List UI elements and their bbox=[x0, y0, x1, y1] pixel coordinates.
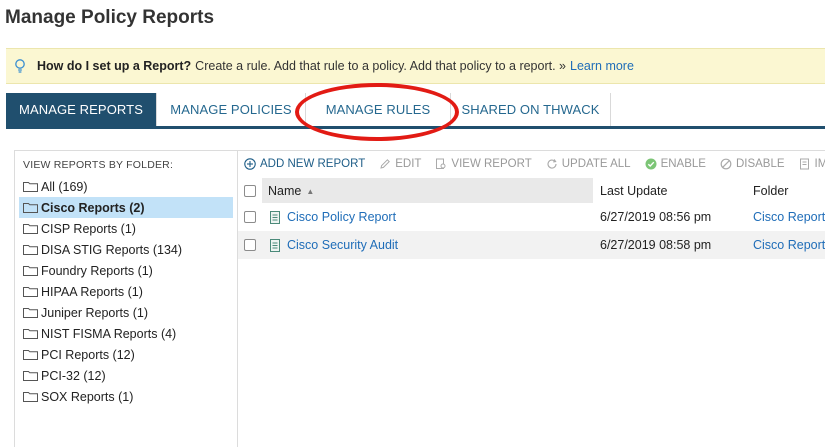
tab-manage-policies[interactable]: MANAGE POLICIES bbox=[157, 93, 306, 126]
folder-item-disa-stig-reports[interactable]: DISA STIG Reports (134) bbox=[19, 239, 233, 260]
tab-bar: MANAGE REPORTS MANAGE POLICIES MANAGE RU… bbox=[6, 93, 825, 129]
table-row: Cisco Security Audit 6/27/2019 08:58 pm … bbox=[238, 231, 825, 259]
plus-circle-icon bbox=[244, 158, 256, 170]
column-name-label: Name bbox=[268, 184, 302, 198]
update-all-label: UPDATE ALL bbox=[561, 158, 631, 170]
row-checkbox[interactable] bbox=[244, 211, 256, 223]
folder-link[interactable]: Cisco Reports bbox=[745, 210, 825, 224]
folder-item-pci-reports[interactable]: PCI Reports (12) bbox=[19, 344, 233, 365]
folder-label: DISA STIG Reports (134) bbox=[41, 242, 183, 257]
folder-pane: VIEW REPORTS BY FOLDER: All (169) Cisco … bbox=[14, 150, 238, 447]
add-new-report-label: ADD NEW REPORT bbox=[260, 158, 366, 170]
folder-item-hipaa-reports[interactable]: HIPAA Reports (1) bbox=[19, 281, 233, 302]
report-icon bbox=[270, 238, 280, 252]
report-toolbar: ADD NEW REPORT EDIT VIEW REPORT UPDATE A… bbox=[244, 153, 825, 175]
folder-icon bbox=[23, 223, 38, 234]
enable-button[interactable]: ENABLE bbox=[645, 158, 706, 170]
report-name-link[interactable]: Cisco Policy Report bbox=[287, 210, 396, 224]
row-checkbox-cell bbox=[238, 239, 262, 251]
folder-label: Foundry Reports (1) bbox=[41, 263, 153, 278]
folder-label: Cisco Reports (2) bbox=[41, 200, 145, 215]
table-row: Cisco Policy Report 6/27/2019 08:56 pm C… bbox=[238, 203, 825, 231]
folder-icon bbox=[23, 181, 38, 192]
pencil-icon bbox=[380, 159, 391, 169]
folder-item-all[interactable]: All (169) bbox=[19, 176, 233, 197]
folder-label: HIPAA Reports (1) bbox=[41, 284, 143, 299]
tab-manage-rules[interactable]: MANAGE RULES bbox=[306, 93, 451, 126]
last-update-cell: 6/27/2019 08:58 pm bbox=[600, 238, 712, 252]
folder-icon bbox=[23, 307, 38, 318]
report-name-cell: Cisco Security Audit bbox=[262, 238, 593, 252]
folder-label: PCI Reports (12) bbox=[41, 347, 135, 362]
select-all-cell bbox=[238, 178, 262, 204]
folder-icon bbox=[23, 244, 38, 255]
tab-shared-on-thwack[interactable]: SHARED ON THWACK bbox=[451, 93, 611, 126]
hint-text: Create a rule. Add that rule to a policy… bbox=[195, 59, 566, 73]
folder-icon bbox=[23, 265, 38, 276]
select-all-checkbox[interactable] bbox=[244, 185, 256, 197]
folder-label: CISP Reports (1) bbox=[41, 221, 136, 236]
edit-button[interactable]: EDIT bbox=[379, 158, 421, 170]
folder-item-cisp-reports[interactable]: CISP Reports (1) bbox=[19, 218, 233, 239]
column-header-folder[interactable]: Folder bbox=[745, 178, 825, 204]
disable-button[interactable]: DISABLE bbox=[720, 158, 785, 170]
column-header-last-update[interactable]: Last Update bbox=[593, 178, 745, 204]
edit-label: EDIT bbox=[395, 158, 422, 170]
refresh-icon bbox=[547, 159, 557, 169]
help-hint-bar: How do I set up a Report? Create a rule.… bbox=[6, 48, 825, 84]
folder-icon bbox=[23, 202, 38, 213]
grid-header: Name ▲ Last Update Folder bbox=[238, 178, 825, 204]
folder-label: Juniper Reports (1) bbox=[41, 305, 148, 320]
folder-icon bbox=[23, 286, 38, 297]
page-title: Manage Policy Reports bbox=[5, 7, 215, 28]
learn-more-link[interactable]: Learn more bbox=[570, 59, 634, 73]
add-new-report-button[interactable]: ADD NEW REPORT bbox=[244, 158, 365, 170]
folder-item-sox-reports[interactable]: SOX Reports (1) bbox=[19, 386, 233, 407]
folder-label: PCI-32 (12) bbox=[41, 368, 106, 383]
folder-item-juniper-reports[interactable]: Juniper Reports (1) bbox=[19, 302, 233, 323]
import-icon bbox=[799, 158, 809, 170]
check-circle-icon bbox=[645, 158, 657, 170]
report-icon bbox=[270, 210, 280, 224]
folder-label: NIST FISMA Reports (4) bbox=[41, 326, 177, 341]
folder-label: All (169) bbox=[41, 179, 88, 194]
last-update-cell: 6/27/2019 08:56 pm bbox=[600, 210, 712, 224]
hint-question: How do I set up a Report? bbox=[37, 59, 192, 73]
folder-icon bbox=[23, 391, 38, 402]
folder-item-pci-32[interactable]: PCI-32 (12) bbox=[19, 365, 233, 386]
tab-manage-reports[interactable]: MANAGE REPORTS bbox=[6, 93, 157, 126]
update-all-button[interactable]: UPDATE ALL bbox=[546, 158, 631, 170]
disable-label: DISABLE bbox=[735, 158, 785, 170]
row-checkbox-cell bbox=[238, 211, 262, 223]
folder-label: SOX Reports (1) bbox=[41, 389, 134, 404]
report-name-cell: Cisco Policy Report bbox=[262, 210, 593, 224]
row-checkbox[interactable] bbox=[244, 239, 256, 251]
import-label: IM bbox=[814, 158, 825, 170]
folder-icon bbox=[23, 328, 38, 339]
report-name-link[interactable]: Cisco Security Audit bbox=[287, 238, 398, 252]
enable-label: ENABLE bbox=[660, 158, 706, 170]
disable-icon bbox=[720, 158, 732, 170]
folder-item-foundry-reports[interactable]: Foundry Reports (1) bbox=[19, 260, 233, 281]
folder-link[interactable]: Cisco Reports bbox=[745, 238, 825, 252]
view-report-icon bbox=[436, 158, 446, 169]
folder-icon bbox=[23, 349, 38, 360]
folder-icon bbox=[23, 370, 38, 381]
folder-list: All (169) Cisco Reports (2) CISP Reports… bbox=[14, 176, 237, 407]
lightbulb-icon bbox=[14, 58, 28, 74]
view-report-button[interactable]: VIEW REPORT bbox=[435, 158, 532, 170]
import-button[interactable]: IM bbox=[799, 158, 825, 170]
view-report-label: VIEW REPORT bbox=[451, 158, 532, 170]
folder-pane-header: VIEW REPORTS BY FOLDER: bbox=[23, 159, 174, 171]
folder-item-nist-fisma-reports[interactable]: NIST FISMA Reports (4) bbox=[19, 323, 233, 344]
folder-item-cisco-reports[interactable]: Cisco Reports (2) bbox=[19, 197, 233, 218]
column-header-name[interactable]: Name ▲ bbox=[262, 178, 593, 204]
sort-ascending-icon: ▲ bbox=[306, 186, 315, 196]
